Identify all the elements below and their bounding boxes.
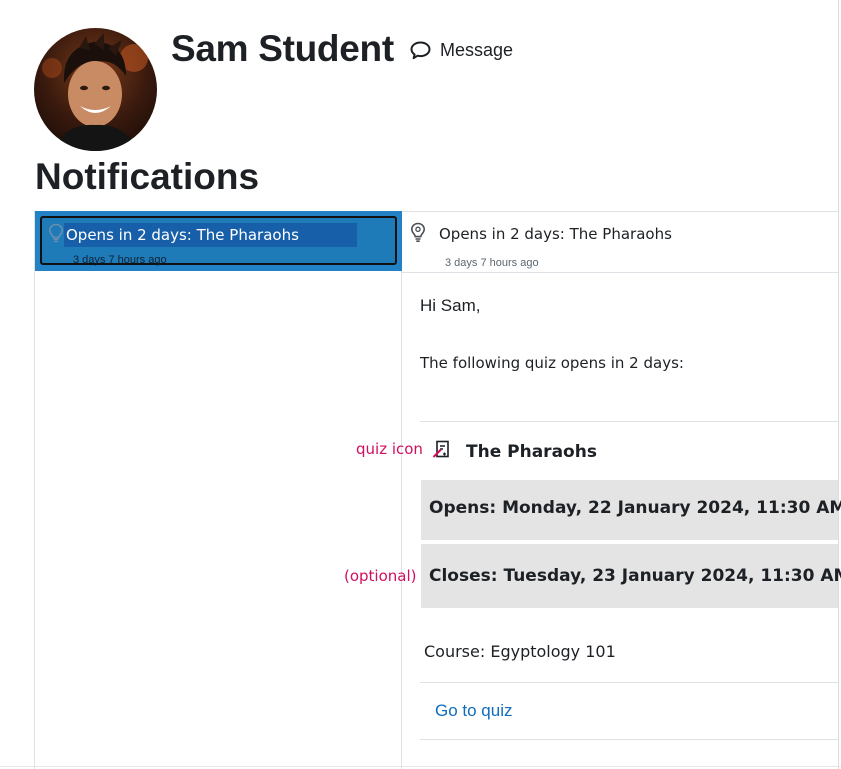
quiz-heading: The Pharaohs [432, 439, 597, 464]
speech-bubble-icon [410, 41, 431, 60]
notification-list: Opens in 2 days: The Pharaohs 3 days 7 h… [34, 211, 402, 769]
opens-date-box: Opens: Monday, 22 January 2024, 11:30 AM [421, 480, 841, 540]
avatar-photo [34, 28, 157, 151]
avatar[interactable] [34, 28, 157, 151]
notification-detail-time: 3 days 7 hours ago [445, 257, 539, 269]
notification-detail: Opens in 2 days: The Pharaohs 3 days 7 h… [402, 211, 841, 769]
page-title: Notifications [35, 156, 260, 197]
message-button[interactable]: Message [410, 40, 513, 61]
notification-list-item-time: 3 days 7 hours ago [73, 254, 167, 266]
opens-date: Opens: Monday, 22 January 2024, 11:30 AM [429, 498, 841, 518]
notification-list-item[interactable]: Opens in 2 days: The Pharaohs 3 days 7 h… [35, 211, 402, 271]
divider [420, 739, 838, 740]
quiz-icon [432, 439, 452, 464]
message-greeting: Hi Sam, [420, 296, 481, 315]
user-full-name: Sam Student [171, 28, 394, 69]
course-name: Course: Egyptology 101 [424, 642, 616, 661]
quiz-name: The Pharaohs [466, 441, 597, 462]
lightbulb-icon [410, 222, 426, 248]
notification-list-item-focus[interactable]: Opens in 2 days: The Pharaohs 3 days 7 h… [40, 216, 397, 266]
notification-detail-title: Opens in 2 days: The Pharaohs [439, 225, 672, 243]
lightbulb-icon [48, 223, 64, 248]
closes-date: Closes: Tuesday, 23 January 2024, 11:30 … [429, 566, 841, 586]
optional-annotation: (optional) [344, 567, 417, 585]
notification-detail-header: Opens in 2 days: The Pharaohs 3 days 7 h… [402, 211, 838, 273]
page-border [838, 0, 839, 769]
divider [420, 682, 838, 683]
message-intro: The following quiz opens in 2 days: [420, 354, 684, 372]
message-label: Message [440, 40, 514, 60]
go-to-quiz-link[interactable]: Go to quiz [435, 701, 513, 721]
quiz-icon-annotation: quiz icon [356, 440, 423, 458]
divider [420, 421, 838, 422]
notification-list-item-title: Opens in 2 days: The Pharaohs [64, 223, 357, 247]
closes-date-box: Closes: Tuesday, 23 January 2024, 11:30 … [421, 544, 841, 608]
